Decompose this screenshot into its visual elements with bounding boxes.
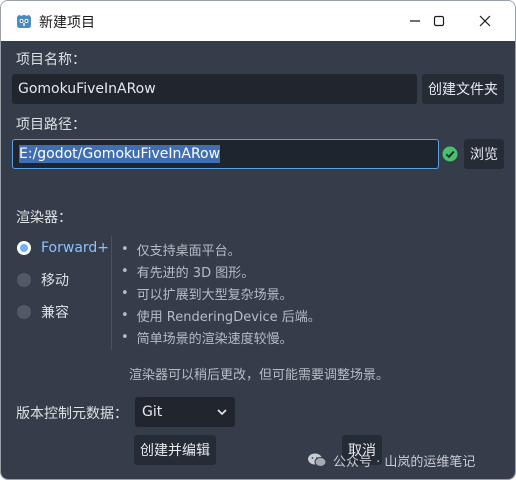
- renderer-option-forward-plus[interactable]: Forward+: [17, 237, 109, 259]
- renderer-note: 渲染器可以稍后更改，但可能需要调整场景。: [128, 368, 389, 383]
- project-path-input[interactable]: E:/godot/GomokuFiveInARow: [12, 139, 439, 169]
- create-folder-button[interactable]: 创建文件夹: [422, 74, 504, 104]
- list-item: • 可以扩展到大型复杂场景。: [121, 285, 293, 303]
- maximize-button[interactable]: [419, 7, 459, 35]
- list-item: • 仅支持桌面平台。: [121, 241, 241, 259]
- radio-checked-icon: [17, 241, 31, 255]
- list-item: • 使用 RenderingDevice 后端。: [121, 307, 321, 325]
- project-path-value: E:/godot/GomokuFiveInARow: [19, 145, 221, 163]
- project-name-input[interactable]: GomokuFiveInARow: [12, 74, 417, 104]
- renderer-option-label: Forward+: [41, 240, 110, 256]
- radio-unchecked-icon: [17, 273, 31, 287]
- renderer-option-label: 移动: [41, 273, 69, 289]
- window-title: 新建项目: [39, 15, 95, 31]
- new-project-dialog: 新建项目 项目名称： GomokuFiveInARow 创建文件夹 项目路径： …: [0, 0, 516, 480]
- wechat-icon: [308, 453, 327, 467]
- project-path-label: 项目路径：: [16, 117, 86, 133]
- renderer-option-compatibility[interactable]: 兼容: [17, 301, 69, 323]
- vcs-select[interactable]: Git: [135, 397, 235, 427]
- project-name-label: 项目名称：: [16, 52, 86, 68]
- renderer-option-label: 兼容: [41, 305, 69, 321]
- maximize-icon: [433, 15, 445, 27]
- chevron-down-icon: [217, 409, 227, 416]
- renderer-label: 渲染器：: [16, 210, 72, 226]
- vcs-selected-value: Git: [142, 404, 163, 420]
- close-icon: [479, 15, 491, 27]
- radio-unchecked-icon: [17, 305, 31, 319]
- list-item: • 简单场景的渲染速度较慢。: [121, 329, 293, 347]
- renderer-option-mobile[interactable]: 移动: [17, 269, 69, 291]
- check-circle-icon: [442, 146, 458, 162]
- create-and-edit-button[interactable]: 创建并编辑: [134, 435, 216, 465]
- close-button[interactable]: [465, 7, 505, 35]
- vcs-label: 版本控制元数据：: [16, 406, 128, 422]
- watermark-text: 公众号 · 山岚的运维笔记: [333, 454, 476, 470]
- list-item: • 有先进的 3D 图形。: [121, 263, 255, 281]
- godot-icon: [17, 15, 31, 28]
- title-bar: 新建项目: [1, 1, 515, 41]
- dialog-body: 项目名称： GomokuFiveInARow 创建文件夹 项目路径： E:/go…: [1, 41, 515, 479]
- renderer-divider: [111, 236, 112, 350]
- browse-button[interactable]: 浏览: [464, 139, 504, 169]
- watermark: 公众号 · 山岚的运维笔记: [307, 449, 475, 471]
- renderer-feature-list: • 仅支持桌面平台。 • 有先进的 3D 图形。 • 可以扩展到大型复杂场景。 • 使用…: [121, 238, 321, 348]
